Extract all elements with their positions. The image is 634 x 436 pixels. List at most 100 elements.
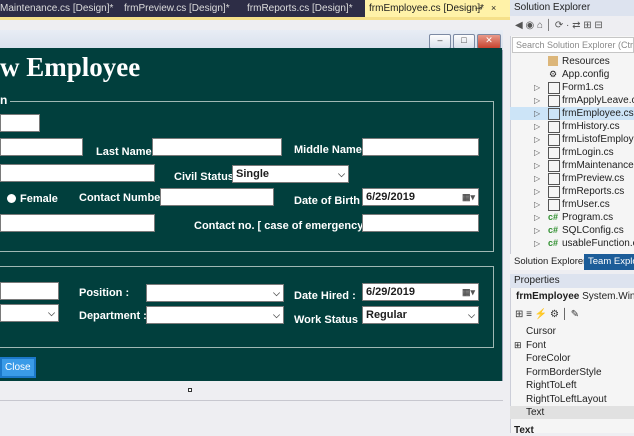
pin-icon[interactable]: ⊸: [475, 0, 483, 17]
properties-object-selector[interactable]: frmEmployee System.Windows.Forms.Form: [510, 288, 634, 306]
expand-arrow-icon[interactable]: ▷: [534, 224, 540, 237]
tree-item-frmhistory[interactable]: ▷ frmHistory.cs: [510, 120, 634, 133]
form-icon: [548, 82, 560, 94]
expand-arrow-icon[interactable]: ▷: [534, 172, 540, 185]
work-status-label: Work Status :: [294, 314, 365, 326]
female-radio[interactable]: [7, 194, 16, 203]
tree-item-frmreports[interactable]: ▷ frmReports.cs: [510, 185, 634, 198]
middle-name-field[interactable]: [362, 138, 479, 156]
date-hired-picker[interactable]: 6/29/2019 ▦▾: [362, 283, 479, 301]
tree-item-sqlconfig[interactable]: ▷ c# SQLConfig.cs: [510, 224, 634, 237]
property-row-text[interactable]: Text: [510, 406, 634, 419]
property-row-formborderstyle[interactable]: FormBorderStyle: [510, 366, 634, 379]
tree-item-label: frmApplyLeave.cs: [562, 95, 634, 106]
property-row-righttoleftlayout[interactable]: RightToLeftLayout: [510, 393, 634, 406]
date-of-birth-picker[interactable]: 6/29/2019 ▦▾: [362, 188, 479, 206]
properties-toolbar[interactable]: ⊞ ≡ ⚡ ⚙ │ ✎: [510, 306, 634, 324]
expand-arrow-icon[interactable]: ▷: [534, 159, 540, 172]
tree-item-frmmaintenance[interactable]: ▷ frmMaintenance.cs: [510, 159, 634, 172]
position-label: Position :: [79, 287, 130, 299]
tree-item-frmlogin[interactable]: ▷ frmLogin.cs: [510, 146, 634, 159]
expand-arrow-icon[interactable]: ▷: [534, 107, 540, 120]
last-name-label: Last Name: [96, 146, 152, 158]
property-row-font[interactable]: ⊞ Font: [510, 339, 634, 352]
maximize-button[interactable]: □: [453, 34, 475, 49]
civil-status-select[interactable]: Single ⌵: [232, 165, 349, 183]
property-row-cursor[interactable]: Cursor: [510, 325, 634, 338]
position-select[interactable]: ⌵: [146, 284, 284, 302]
expand-arrow-icon[interactable]: ▷: [534, 146, 540, 159]
property-name: Font: [526, 340, 547, 351]
first-name-field[interactable]: [0, 138, 83, 156]
solution-explorer-search[interactable]: Search Solution Explorer (Ctrl+;): [512, 37, 634, 53]
expand-arrow-icon[interactable]: ▷: [534, 120, 540, 133]
resize-handle[interactable]: [188, 388, 192, 392]
properties-title: Properties: [510, 274, 634, 288]
department-select[interactable]: ⌵: [146, 306, 284, 324]
address-field[interactable]: [0, 164, 155, 182]
property-name: RightToLeftLayout: [526, 394, 607, 405]
tree-item-label: frmLogin.cs: [562, 147, 614, 158]
tree-item-program[interactable]: ▷ c# Program.cs: [510, 211, 634, 224]
tab-team-explorer[interactable]: Team Explorer: [584, 254, 634, 270]
chevron-down-icon: ⌵: [338, 169, 345, 179]
tree-item-frmemployee[interactable]: ▷ frmEmployee.cs: [510, 107, 634, 120]
solution-explorer-title: Solution Explorer: [510, 0, 634, 16]
designer-divider: [0, 400, 503, 401]
work-status-select[interactable]: Regular ⌵: [362, 306, 479, 324]
property-row-righttoleft[interactable]: RightToLeft: [510, 379, 634, 392]
solution-explorer-toolbar[interactable]: ◀ ◉ ⌂ │ ⟳ · ⇄ ⊞ ⊟: [510, 16, 634, 36]
type-select[interactable]: ⌵: [0, 304, 59, 322]
close-button[interactable]: Close: [0, 357, 36, 378]
chevron-down-icon: ⌵: [273, 288, 280, 298]
close-icon[interactable]: ×: [491, 0, 496, 17]
tree-item-frmuser[interactable]: ▷ frmUser.cs: [510, 198, 634, 211]
tree-item-app-config[interactable]: ⚙ App.config: [510, 68, 634, 81]
csharp-icon: c#: [548, 238, 559, 248]
tree-item-label: frmPreview.cs: [562, 173, 625, 184]
employee-no-field[interactable]: [0, 282, 59, 300]
emergency-contact-field[interactable]: [362, 214, 479, 232]
expand-arrow-icon[interactable]: ▷: [534, 185, 540, 198]
tree-item-frmpreview[interactable]: ▷ frmPreview.cs: [510, 172, 634, 185]
tab-frmreports[interactable]: frmReports.cs [Design]*: [247, 0, 353, 17]
form-icon: [548, 147, 560, 159]
date-hired-label: Date Hired :: [294, 290, 356, 302]
property-row-forecolor[interactable]: ForeColor: [510, 352, 634, 365]
date-of-birth-label: Date of Birth: [294, 195, 360, 207]
close-window-button[interactable]: ✕: [477, 34, 501, 49]
expand-arrow-icon[interactable]: ▷: [534, 211, 540, 224]
work-status-value: Regular: [366, 309, 407, 321]
tree-item-form1[interactable]: ▷ Form1.cs: [510, 81, 634, 94]
form-title: w Employee: [0, 52, 141, 82]
contact-number-field[interactable]: [160, 188, 274, 206]
department-label: Department :: [79, 310, 147, 322]
tree-item-label: frmListofEmployee: [562, 134, 634, 145]
tree-item-usablefunction[interactable]: ▷ c# usableFunction.cs: [510, 237, 634, 250]
tree-item-frmapplyleave[interactable]: ▷ frmApplyLeave.cs: [510, 94, 634, 107]
object-name: frmEmployee: [516, 291, 580, 302]
expand-arrow-icon[interactable]: ▷: [534, 94, 540, 107]
expand-arrow-icon[interactable]: ▷: [534, 133, 540, 146]
tree-item-label: usableFunction.cs: [562, 238, 634, 249]
email-field[interactable]: [0, 214, 155, 232]
expand-arrow-icon[interactable]: ▷: [534, 237, 540, 250]
employee-id-field[interactable]: [0, 114, 40, 132]
chevron-down-icon: ⌵: [48, 308, 55, 318]
date-hired-value: 6/29/2019: [366, 286, 415, 298]
property-name: RightToLeft: [526, 380, 577, 391]
tree-item-resources[interactable]: Resources: [510, 55, 634, 68]
property-description-title: Text: [514, 425, 534, 436]
tab-solution-explorer[interactable]: Solution Explorer: [510, 254, 586, 270]
tab-frmpreview[interactable]: frmPreview.cs [Design]*: [124, 0, 230, 17]
expand-plus-icon[interactable]: ⊞: [514, 339, 522, 352]
minimize-button[interactable]: –: [429, 34, 451, 49]
expand-arrow-icon[interactable]: ▷: [534, 81, 540, 94]
middle-name-label: Middle Name: [294, 144, 362, 156]
expand-arrow-icon[interactable]: ▷: [534, 198, 540, 211]
last-name-field[interactable]: [152, 138, 282, 156]
tree-item-frmlistofemployee[interactable]: ▷ frmListofEmployee: [510, 133, 634, 146]
tab-frmemployee[interactable]: frmEmployee.cs [Design]* ⊸ ×: [365, 0, 514, 17]
tab-frmmaintenance[interactable]: Maintenance.cs [Design]*: [0, 0, 113, 17]
form-icon: [548, 160, 560, 172]
